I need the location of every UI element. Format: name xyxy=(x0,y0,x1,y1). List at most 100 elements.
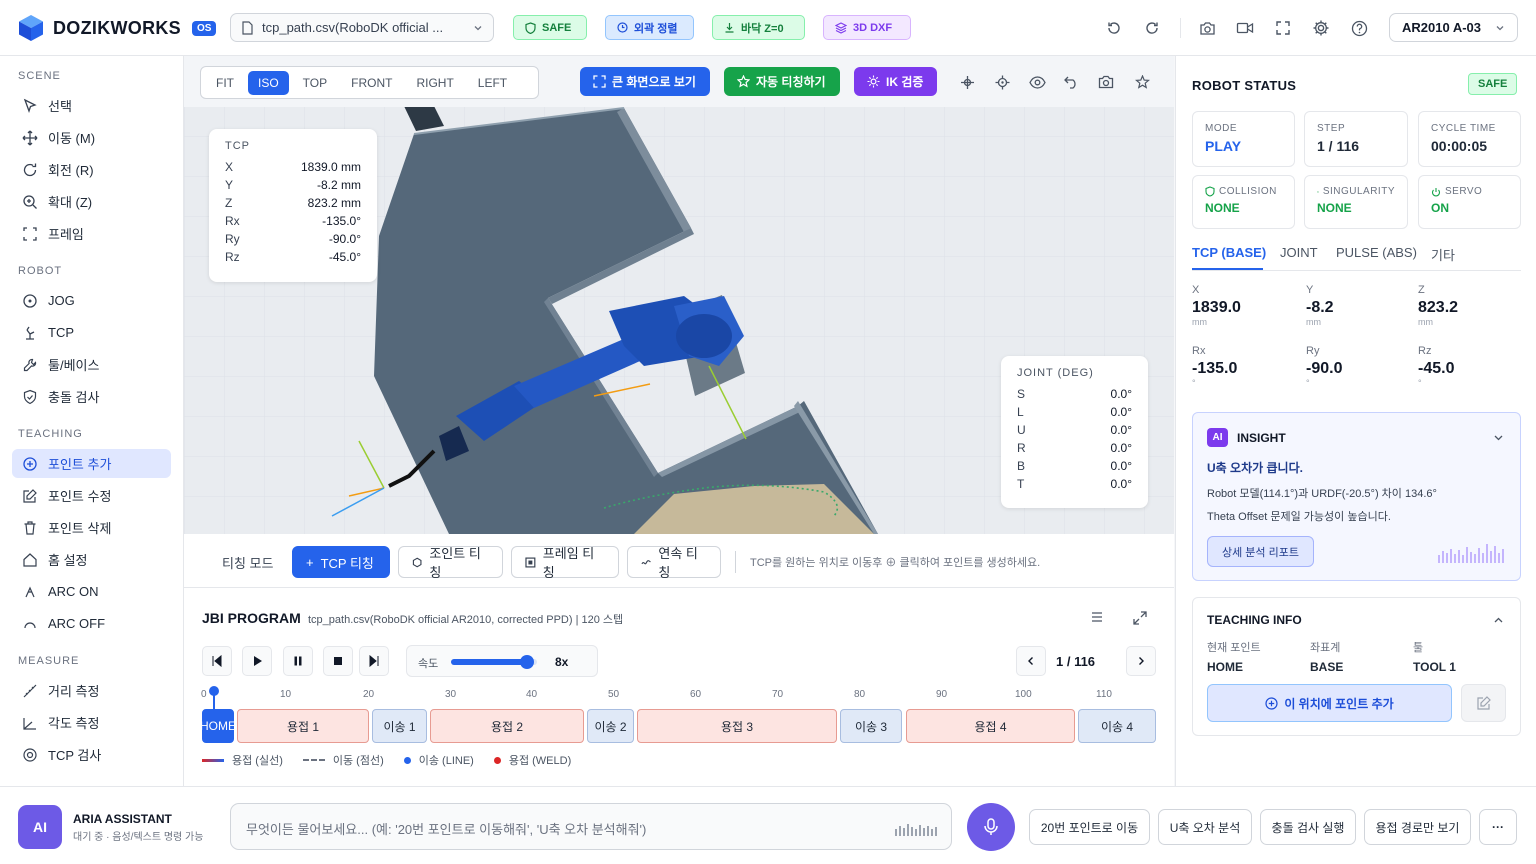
file-selector[interactable]: tcp_path.csv(RoboDK official ... xyxy=(230,13,494,42)
play-button[interactable] xyxy=(242,646,272,676)
coord-x: X 1839.0 mm xyxy=(1192,284,1241,327)
redo-icon[interactable] xyxy=(1140,16,1164,40)
crosshair-icon[interactable] xyxy=(957,72,977,92)
segment-weld-3[interactable]: 용접 3 xyxy=(637,709,837,743)
continuous-teach-button[interactable]: 연속 티칭 xyxy=(627,546,721,580)
microphone-button[interactable] xyxy=(967,803,1015,851)
view-tabs: FIT ISO TOP FRONT RIGHT LEFT xyxy=(200,66,539,99)
speed-slider-thumb[interactable] xyxy=(519,655,534,669)
locate-icon[interactable] xyxy=(992,72,1012,92)
joint-teach-button[interactable]: 조인트 티칭 xyxy=(398,546,503,580)
sidebar-item-tool-base[interactable]: 툴/베이스 xyxy=(12,350,171,379)
sidebar-item-distance[interactable]: 거리 측정 xyxy=(12,676,171,705)
tab-joint[interactable]: JOINT xyxy=(1280,245,1318,260)
chevron-down-icon xyxy=(474,25,482,30)
sidebar-item-arc-off[interactable]: ARC OFF xyxy=(12,609,171,638)
speed-slider[interactable] xyxy=(451,655,537,669)
tab-view-front[interactable]: FRONT xyxy=(341,71,402,95)
segment-home[interactable]: HOME xyxy=(200,709,236,743)
sidebar-item-select[interactable]: 선택 xyxy=(12,91,171,120)
sidebar-item-tcp-check[interactable]: TCP 검사 xyxy=(12,740,171,769)
joint-row-t: T 0.0° xyxy=(1017,477,1132,491)
segment-move-4[interactable]: 이송 4 xyxy=(1078,709,1156,743)
sidebar-item-collision[interactable]: 충돌 검사 xyxy=(12,382,171,411)
ik-verify-button[interactable]: IK 검증 xyxy=(854,67,937,96)
left-sidebar: SCENE 선택 이동 (M) 회전 (R) 확대 (Z) 프레임 ROBOT … xyxy=(0,56,184,786)
expand-icon[interactable] xyxy=(1132,610,1152,628)
fullscreen-view-button[interactable]: 큰 화면으로 보기 xyxy=(580,67,710,96)
segment-move-2[interactable]: 이송 2 xyxy=(587,709,634,743)
sidebar-item-jog[interactable]: JOG xyxy=(12,286,171,315)
3d-viewport[interactable]: FIT ISO TOP FRONT RIGHT LEFT 큰 화면으로 보기 자… xyxy=(184,56,1174,534)
segment-move-3[interactable]: 이송 3 xyxy=(840,709,902,743)
tab-view-right[interactable]: RIGHT xyxy=(406,71,463,95)
tick-label: 70 xyxy=(772,689,784,700)
help-icon[interactable] xyxy=(1347,16,1371,40)
camera-icon[interactable] xyxy=(1195,16,1219,40)
sidebar-item-zoom[interactable]: 확대 (Z) xyxy=(12,187,171,216)
next-step-button[interactable] xyxy=(1126,646,1156,676)
tab-view-top[interactable]: TOP xyxy=(293,71,337,95)
more-options-button[interactable]: ··· xyxy=(1479,809,1517,845)
pause-button[interactable] xyxy=(283,646,313,676)
menu-icon[interactable] xyxy=(1090,610,1110,628)
frame-teach-button[interactable]: 프레임 티칭 xyxy=(511,546,619,580)
fullscreen-icon[interactable] xyxy=(1271,16,1295,40)
quick-u-axis-button[interactable]: U축 오차 분석 xyxy=(1158,809,1252,845)
insight-line-1: Robot 모델(114.1°)과 URDF(-20.5°) 차이 134.6° xyxy=(1207,488,1437,500)
sidebar-item-tcp[interactable]: TCP xyxy=(12,318,171,347)
sidebar-item-angle[interactable]: 각도 측정 xyxy=(12,708,171,737)
quick-collision-button[interactable]: 충돌 검사 실행 xyxy=(1260,809,1356,845)
quick-move-point-button[interactable]: 20번 포인트로 이동 xyxy=(1029,809,1150,845)
sidebar-item-edit-point[interactable]: 포인트 수정 xyxy=(12,481,171,510)
servo-card: SERVO ON xyxy=(1418,175,1521,229)
skip-start-button[interactable] xyxy=(202,646,232,676)
report-button[interactable]: 상세 분석 리포트 xyxy=(1207,536,1314,567)
step-counter: 1 / 116 xyxy=(1056,654,1096,669)
add-point-here-button[interactable]: 이 위치에 포인트 추가 xyxy=(1207,684,1452,722)
sidebar-item-arc-on[interactable]: ARC ON xyxy=(12,577,171,606)
undo-icon[interactable] xyxy=(1061,72,1081,92)
video-icon[interactable] xyxy=(1233,16,1257,40)
pin-icon[interactable] xyxy=(1132,72,1152,92)
sidebar-item-home[interactable]: 홈 설정 xyxy=(12,545,171,574)
sidebar-item-frame[interactable]: 프레임 xyxy=(12,219,171,248)
tcp-teach-button[interactable]: + TCP 티칭 xyxy=(292,546,390,578)
eye-icon[interactable] xyxy=(1027,72,1047,92)
chevron-up-icon[interactable] xyxy=(1493,615,1504,626)
tab-tcp-base[interactable]: TCP (BASE) xyxy=(1192,245,1266,260)
quick-weld-path-button[interactable]: 용접 경로만 보기 xyxy=(1364,809,1471,845)
segment-weld-1[interactable]: 용접 1 xyxy=(237,709,369,743)
tab-view-fit[interactable]: FIT xyxy=(206,71,244,95)
auto-teach-button[interactable]: 자동 티칭하기 xyxy=(724,67,840,96)
segment-weld-2[interactable]: 용접 2 xyxy=(430,709,584,743)
assistant-input[interactable]: 무엇이든 물어보세요... (예: '20번 포인트로 이동해줘', 'U축 오… xyxy=(230,803,952,850)
tab-view-left[interactable]: LEFT xyxy=(468,71,517,95)
chevron-down-icon[interactable] xyxy=(1493,432,1504,443)
coord-ry: Ry -90.0 ° xyxy=(1306,345,1343,388)
dxf-badge[interactable]: 3D DXF xyxy=(823,15,911,40)
segment-move-1[interactable]: 이송 1 xyxy=(372,709,427,743)
sidebar-item-move[interactable]: 이동 (M) xyxy=(12,123,171,152)
edit-point-button[interactable] xyxy=(1461,684,1506,722)
prev-step-button[interactable] xyxy=(1016,646,1046,676)
tab-pulse[interactable]: PULSE (ABS) xyxy=(1336,245,1417,260)
coord-y: Y -8.2 mm xyxy=(1306,284,1334,327)
tab-view-iso[interactable]: ISO xyxy=(248,70,289,95)
gear-icon[interactable] xyxy=(1309,16,1333,40)
undo-icon[interactable] xyxy=(1102,16,1126,40)
align-badge[interactable]: 외곽 정렬 xyxy=(605,15,694,40)
tick-label: 0 xyxy=(201,689,207,700)
segment-weld-4[interactable]: 용접 4 xyxy=(906,709,1075,743)
sidebar-item-delete-point[interactable]: 포인트 삭제 xyxy=(12,513,171,542)
skip-end-button[interactable] xyxy=(359,646,389,676)
robot-model-selector[interactable]: AR2010 A-03 xyxy=(1389,13,1518,42)
tab-etc[interactable]: 기타 xyxy=(1431,245,1455,264)
sidebar-item-rotate[interactable]: 회전 (R) xyxy=(12,155,171,184)
sidebar-item-add-point[interactable]: 포인트 추가 xyxy=(12,449,171,478)
floor-badge[interactable]: 바닥 Z=0 xyxy=(712,15,805,40)
coord-rx: Rx -135.0 ° xyxy=(1192,345,1238,388)
cycle-time-card: CYCLE TIME 00:00:05 xyxy=(1418,111,1521,167)
stop-button[interactable] xyxy=(323,646,353,676)
camera-icon[interactable] xyxy=(1096,72,1116,92)
